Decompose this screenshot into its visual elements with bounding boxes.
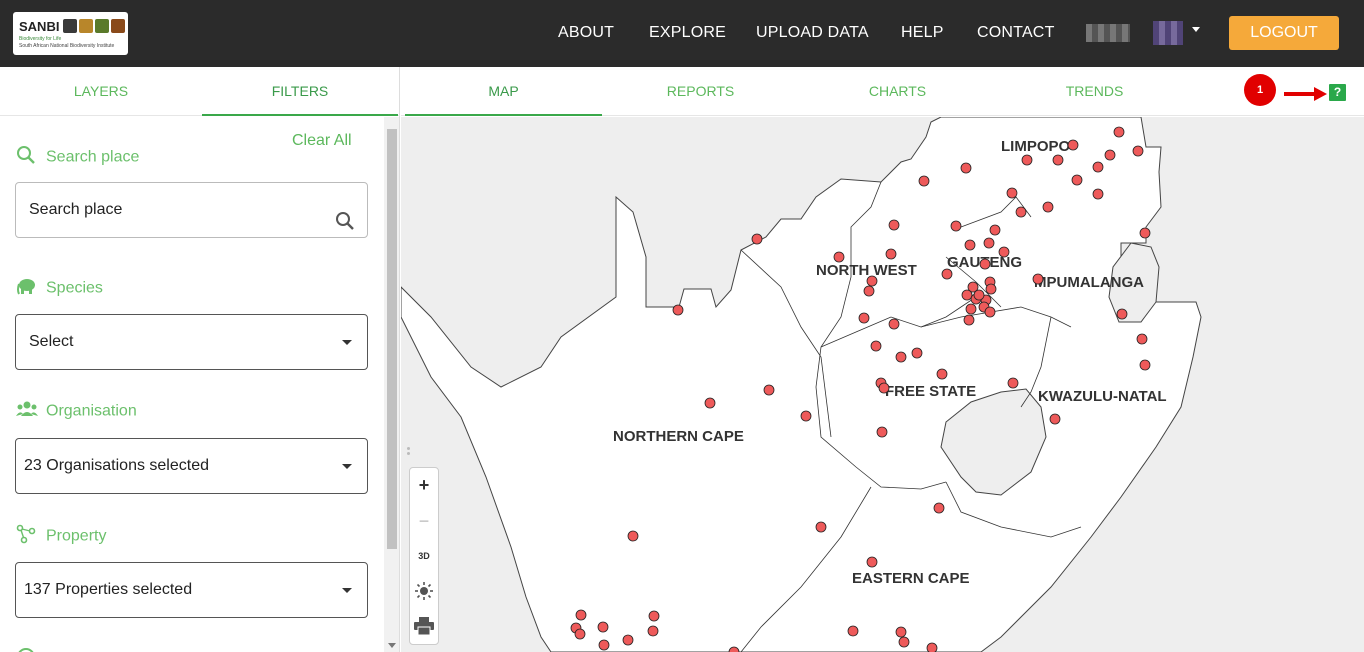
organisation-select[interactable]: 23 Organisations selected [15, 438, 368, 494]
organisation-heading: Organisation [16, 400, 137, 423]
annotation-badge: 1 [1244, 74, 1276, 106]
logo-brand: SANBI [19, 19, 60, 34]
chevron-down-icon [342, 464, 352, 469]
clear-all-link[interactable]: Clear All [292, 132, 352, 150]
user-menu-caret-icon[interactable] [1192, 27, 1200, 32]
search-place-label: Search place [46, 148, 140, 166]
chevron-down-icon [342, 588, 352, 593]
annotation-arrow-icon [1284, 87, 1327, 101]
logo-institute: South African National Biodiversity Inst… [19, 43, 115, 49]
property-value: 137 Properties selected [24, 581, 193, 598]
scrollbar-thumb[interactable] [387, 129, 397, 549]
nav-upload-data[interactable]: UPLOAD DATA [756, 24, 869, 42]
toggle-3d-button[interactable]: 3D [410, 539, 438, 574]
search-icon[interactable] [335, 200, 355, 254]
map-view[interactable]: LIMPOPO NORTH WEST GAUTENG MPUMALANGA FR… [401, 117, 1364, 652]
search-icon [16, 145, 38, 170]
nav-explore[interactable]: EXPLORE [649, 24, 726, 42]
left-panel: LAYERS FILTERS Clear All Search place Se… [0, 67, 400, 652]
label-kwazulu-natal: KWAZULU-NATAL [1038, 388, 1167, 405]
printer-icon [414, 617, 434, 636]
species-label: Species [46, 279, 103, 297]
zoom-out-button[interactable]: − [410, 504, 438, 539]
search-place-heading: Search place [16, 145, 139, 170]
label-limpopo: LIMPOPO [1001, 138, 1071, 155]
avatar[interactable] [1153, 21, 1183, 45]
view-tabs: MAP REPORTS CHARTS TRENDS [401, 67, 1364, 116]
species-value: Select [29, 333, 74, 350]
tab-layers[interactable]: LAYERS [0, 67, 202, 116]
sun-icon [415, 582, 433, 600]
search-place-placeholder: Search place [29, 201, 123, 218]
label-north-west: NORTH WEST [816, 262, 917, 279]
chevron-down-icon [342, 340, 352, 345]
filters-panel: Clear All Search place Search place Spec… [0, 117, 384, 652]
species-heading: Species [16, 276, 103, 301]
tab-reports[interactable]: REPORTS [602, 67, 799, 116]
property-select[interactable]: 137 Properties selected [15, 562, 368, 618]
label-mpumalanga: MPUMALANGA [1034, 274, 1144, 291]
help-button[interactable]: ? [1329, 84, 1346, 101]
south-africa-landmass [401, 117, 1202, 652]
logo-tagline: Biodiversity for Life [19, 36, 62, 42]
elephant-icon [16, 276, 38, 301]
organisation-label: Organisation [46, 402, 137, 420]
logout-button[interactable]: LOGOUT [1229, 16, 1339, 50]
tab-trends[interactable]: TRENDS [996, 67, 1193, 116]
logo-tiles [63, 19, 125, 33]
label-eastern-cape: EASTERN CAPE [852, 570, 970, 587]
nav-about[interactable]: ABOUT [558, 24, 614, 42]
drag-handle-icon[interactable] [407, 447, 411, 461]
property-nodes-icon [16, 524, 38, 549]
species-select[interactable]: Select [15, 314, 368, 370]
print-button[interactable] [410, 609, 438, 644]
south-africa-map[interactable]: LIMPOPO NORTH WEST GAUTENG MPUMALANGA FR… [401, 117, 1364, 652]
organisation-value: 23 Organisations selected [24, 457, 209, 474]
label-northern-cape: NORTHERN CAPE [613, 428, 744, 445]
sanbi-logo[interactable]: SANBI Biodiversity for Life South Africa… [13, 12, 128, 55]
toggle-3d-label: 3D [418, 551, 430, 561]
group-icon [16, 400, 38, 423]
top-navbar: SANBI Biodiversity for Life South Africa… [0, 0, 1364, 67]
scroll-down-icon[interactable] [388, 643, 396, 648]
nav-help[interactable]: HELP [901, 24, 944, 42]
zoom-in-button[interactable]: + [410, 468, 438, 503]
tab-filters[interactable]: FILTERS [202, 67, 398, 116]
filters-scrollbar[interactable] [384, 117, 399, 652]
user-name-redacted[interactable] [1086, 24, 1130, 42]
left-tabs: LAYERS FILTERS [0, 67, 400, 116]
nav-contact[interactable]: CONTACT [977, 24, 1055, 42]
search-place-input[interactable]: Search place [15, 182, 368, 238]
tab-charts[interactable]: CHARTS [799, 67, 996, 116]
property-label: Property [46, 527, 107, 545]
brightness-button[interactable] [410, 574, 438, 609]
tab-map[interactable]: MAP [405, 67, 602, 116]
property-heading: Property [16, 524, 106, 549]
next-section-icon [17, 648, 35, 652]
label-free-state: FREE STATE [885, 383, 976, 400]
map-controls: + − 3D [409, 467, 439, 645]
